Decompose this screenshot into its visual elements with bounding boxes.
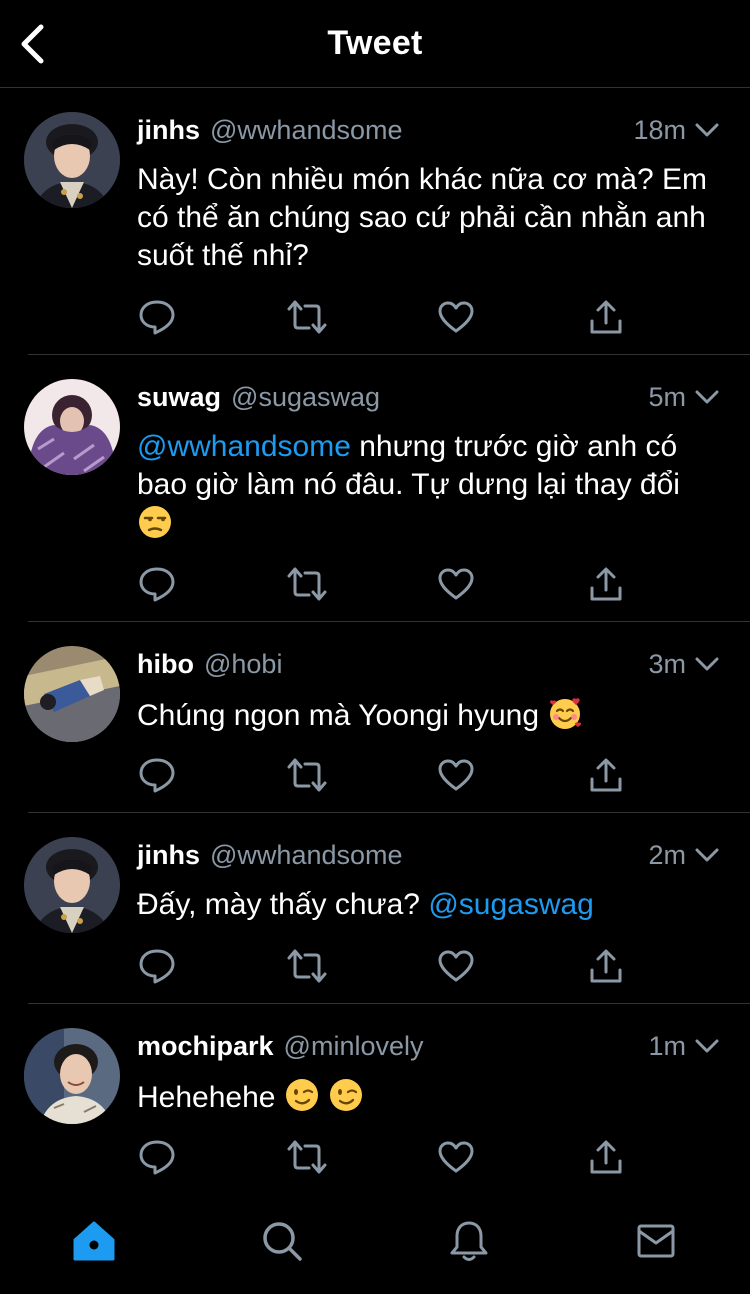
display-name[interactable]: mochipark xyxy=(137,1031,274,1062)
tweet-list: jinhs @wwhandsome 18m Này! Còn nhiều món… xyxy=(0,88,750,1195)
display-name[interactable]: suwag xyxy=(137,382,221,413)
tweet-text: @wwhandsome nhưng trước giờ anh có bao g… xyxy=(137,428,720,544)
tweet-thread-screen: Tweet jinhs @wwhandsome 18m Này! Còn nhi… xyxy=(0,0,750,1294)
avatar[interactable] xyxy=(24,112,120,208)
page-title: Tweet xyxy=(327,24,423,62)
tweet-text: Này! Còn nhiều món khác nữa cơ mà? Em có… xyxy=(137,163,708,272)
share-icon[interactable] xyxy=(586,946,626,986)
share-icon[interactable] xyxy=(586,564,626,604)
smiling-face-with-hearts-emoji xyxy=(547,695,583,731)
tweet-text: Đấy, mày thấy chưa? @sugaswag xyxy=(137,886,720,924)
tweet[interactable]: mochipark @minlovely 1m Hehehehe xyxy=(0,1004,750,1195)
mention-link[interactable]: @wwhandsome xyxy=(137,430,351,463)
unamused-face-emoji xyxy=(137,504,173,540)
reply-icon[interactable] xyxy=(137,946,177,986)
chevron-down-icon[interactable] xyxy=(694,384,720,410)
avatar[interactable] xyxy=(24,379,120,475)
reply-icon[interactable] xyxy=(137,297,177,337)
tweet-header: hibo @hobi 3m xyxy=(137,646,720,682)
tweet-header: jinhs @wwhandsome 18m xyxy=(137,112,720,148)
tweet-text-body: Chúng ngon mà Yoongi hyung xyxy=(137,699,548,732)
tweet-actions xyxy=(137,946,637,986)
chevron-down-icon[interactable] xyxy=(694,651,720,677)
tweet-actions xyxy=(137,297,637,337)
tweet[interactable]: hibo @hobi 3m Chúng ngon mà Yoongi hyung xyxy=(0,622,750,813)
tweet[interactable]: jinhs @wwhandsome 2m Đấy, mày thấy chưa?… xyxy=(0,813,750,1004)
username[interactable]: @hobi xyxy=(204,649,282,680)
retweet-icon[interactable] xyxy=(287,564,327,604)
chevron-down-icon[interactable] xyxy=(694,117,720,143)
share-icon[interactable] xyxy=(586,1137,626,1177)
timestamp: 1m xyxy=(648,1030,686,1061)
reply-icon[interactable] xyxy=(137,755,177,795)
chevron-down-icon[interactable] xyxy=(694,842,720,868)
timestamp: 5m xyxy=(648,381,686,412)
reply-icon[interactable] xyxy=(137,1137,177,1177)
tweet-text: Hehehehe xyxy=(137,1077,720,1117)
tweet-header: mochipark @minlovely 1m xyxy=(137,1028,720,1064)
username[interactable]: @wwhandsome xyxy=(210,840,403,871)
share-icon[interactable] xyxy=(586,755,626,795)
retweet-icon[interactable] xyxy=(287,755,327,795)
like-icon[interactable] xyxy=(436,946,476,986)
top-bar: Tweet xyxy=(0,0,750,88)
retweet-icon[interactable] xyxy=(287,297,327,337)
avatar[interactable] xyxy=(24,837,120,933)
username[interactable]: @wwhandsome xyxy=(210,115,403,146)
winking-face-emoji xyxy=(284,1077,320,1113)
mention-link[interactable]: @sugaswag xyxy=(428,888,594,921)
timestamp: 18m xyxy=(633,114,686,145)
tweet-header: jinhs @wwhandsome 2m xyxy=(137,837,720,873)
tweet-actions xyxy=(137,1137,637,1177)
display-name[interactable]: hibo xyxy=(137,649,194,680)
chevron-down-icon[interactable] xyxy=(694,1033,720,1059)
home-icon[interactable] xyxy=(69,1216,119,1266)
timestamp: 3m xyxy=(648,648,686,679)
display-name[interactable]: jinhs xyxy=(137,840,200,871)
retweet-icon[interactable] xyxy=(287,946,327,986)
tweet-actions xyxy=(137,564,637,604)
avatar[interactable] xyxy=(24,1028,120,1124)
username[interactable]: @sugaswag xyxy=(231,382,380,413)
like-icon[interactable] xyxy=(436,297,476,337)
reply-icon[interactable] xyxy=(137,564,177,604)
tweet[interactable]: suwag @sugaswag 5m @wwhandsome nhưng trư… xyxy=(0,355,750,622)
notifications-icon[interactable] xyxy=(444,1216,494,1266)
like-icon[interactable] xyxy=(436,755,476,795)
tweet-text-body: Hehehehe xyxy=(137,1081,284,1114)
like-icon[interactable] xyxy=(436,564,476,604)
messages-icon[interactable] xyxy=(631,1216,681,1266)
search-icon[interactable] xyxy=(257,1216,307,1266)
share-icon[interactable] xyxy=(586,297,626,337)
tweet-text: Chúng ngon mà Yoongi hyung xyxy=(137,695,720,735)
tweet-header: suwag @sugaswag 5m xyxy=(137,379,720,415)
tweet-actions xyxy=(137,755,637,795)
username[interactable]: @minlovely xyxy=(284,1031,424,1062)
display-name[interactable]: jinhs xyxy=(137,115,200,146)
tweet[interactable]: jinhs @wwhandsome 18m Này! Còn nhiều món… xyxy=(0,88,750,355)
timestamp: 2m xyxy=(648,839,686,870)
winking-face-emoji xyxy=(328,1077,364,1113)
retweet-icon[interactable] xyxy=(287,1137,327,1177)
tweet-text-body: Đấy, mày thấy chưa? xyxy=(137,888,429,921)
bottom-navigation xyxy=(0,1194,750,1294)
like-icon[interactable] xyxy=(436,1137,476,1177)
avatar[interactable] xyxy=(24,646,120,742)
